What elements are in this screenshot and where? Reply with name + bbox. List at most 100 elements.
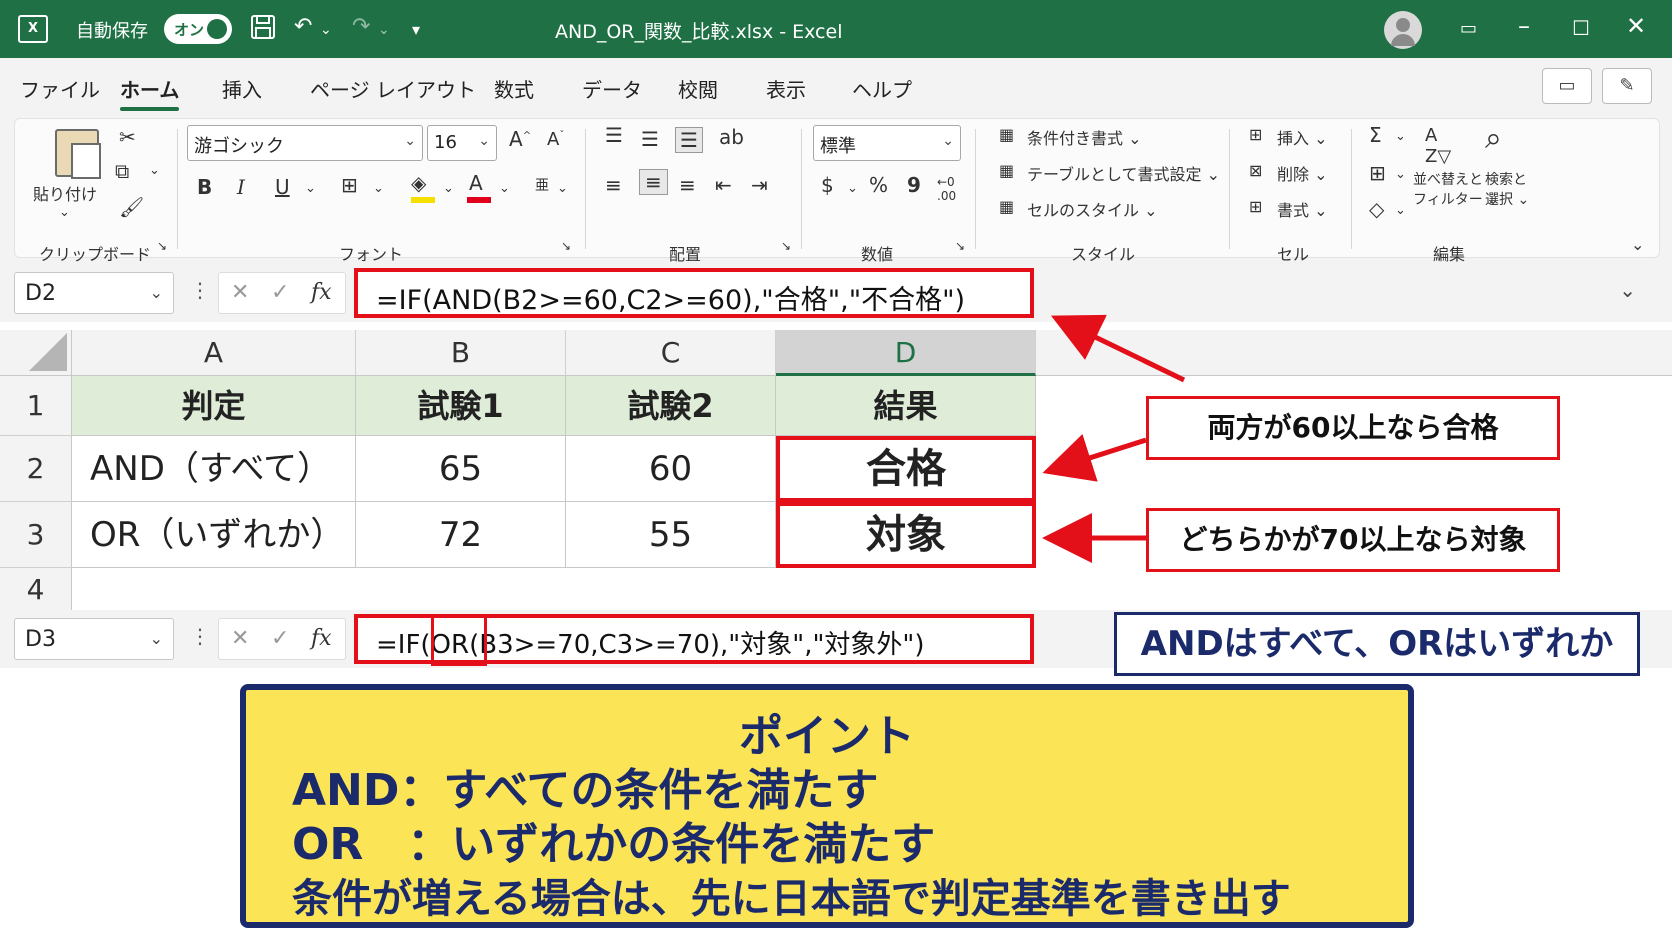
align-top-icon[interactable]: ☰: [605, 123, 623, 147]
format-painter-icon[interactable]: 🖌: [119, 195, 144, 219]
italic-button[interactable]: I: [237, 175, 245, 199]
expand-formula-icon[interactable]: ⌄: [1619, 278, 1636, 302]
font-launcher-icon[interactable]: ↘: [561, 239, 571, 253]
phonetic-icon[interactable]: 亜: [535, 175, 549, 195]
tab-help[interactable]: ヘルプ: [852, 74, 912, 103]
cell-d3[interactable]: 対象: [776, 502, 1036, 568]
minimize-icon[interactable]: –: [1518, 12, 1530, 40]
cell-b3[interactable]: 72: [356, 502, 566, 568]
cell-a1[interactable]: 判定: [72, 376, 356, 436]
column-header-c[interactable]: C: [566, 330, 776, 376]
select-all-corner[interactable]: [0, 330, 72, 376]
align-right-icon[interactable]: ≡: [679, 173, 696, 197]
paste-icon[interactable]: [55, 129, 101, 179]
find-label[interactable]: 検索と: [1485, 169, 1527, 189]
align-left-icon[interactable]: ≡: [605, 173, 622, 197]
cell-a3[interactable]: OR（いずれか）: [72, 502, 356, 568]
autosum-icon[interactable]: Σ: [1369, 123, 1382, 147]
font-color-dropdown-icon[interactable]: ⌄: [499, 181, 510, 196]
number-launcher-icon[interactable]: ↘: [955, 239, 965, 253]
search-icon[interactable]: ⌕: [1485, 121, 1502, 156]
name-box-2[interactable]: D3 ⌄: [14, 618, 174, 660]
paste-dropdown-icon[interactable]: ⌄: [59, 205, 70, 220]
font-color-icon[interactable]: A: [469, 171, 483, 195]
cell-a2[interactable]: AND（すべて）: [72, 436, 356, 502]
cancel-icon[interactable]: ✕: [231, 626, 249, 651]
fill-color-icon[interactable]: ◈: [411, 171, 426, 195]
increase-font-icon[interactable]: A^: [509, 127, 531, 151]
format-as-table-button[interactable]: テーブルとして書式設定 ⌄: [1027, 161, 1220, 185]
maximize-icon[interactable]: ☐: [1572, 16, 1590, 40]
user-avatar[interactable]: [1384, 11, 1422, 49]
tab-insert[interactable]: 挿入: [222, 74, 262, 103]
undo-dropdown-icon[interactable]: ⌄: [320, 22, 332, 38]
conditional-format-button[interactable]: 条件付き書式 ⌄: [1027, 125, 1142, 149]
decimal-icon[interactable]: ←0.00: [937, 175, 956, 203]
decrease-indent-icon[interactable]: ⇤: [715, 173, 732, 197]
number-format-combo[interactable]: 標準 ⌄: [813, 125, 961, 161]
row-header-3[interactable]: 3: [0, 502, 72, 568]
collapse-ribbon-icon[interactable]: ⌄: [1631, 235, 1644, 254]
autosum-dropdown-icon[interactable]: ⌄: [1395, 129, 1406, 144]
insert-function-icon[interactable]: fx: [311, 280, 332, 305]
row-header-4[interactable]: 4: [0, 568, 72, 612]
underline-button[interactable]: U: [275, 175, 290, 199]
cell-c3[interactable]: 55: [566, 502, 776, 568]
alignment-launcher-icon[interactable]: ↘: [781, 239, 791, 253]
delete-cells-button[interactable]: 削除 ⌄: [1277, 161, 1328, 185]
tab-formulas[interactable]: 数式: [494, 74, 534, 103]
select-label[interactable]: 選択 ⌄: [1485, 189, 1529, 209]
enter-icon[interactable]: ✓: [271, 280, 289, 305]
tab-review[interactable]: 校閲: [678, 74, 718, 103]
cell-c1[interactable]: 試験2: [566, 376, 776, 436]
align-bottom-icon[interactable]: ☰: [675, 127, 703, 153]
close-icon[interactable]: ✕: [1626, 12, 1646, 40]
phonetic-dropdown-icon[interactable]: ⌄: [557, 181, 568, 196]
cell-c2[interactable]: 60: [566, 436, 776, 502]
undo-icon[interactable]: ↶: [294, 14, 312, 39]
cell-b1[interactable]: 試験1: [356, 376, 566, 436]
name-box[interactable]: D2 ⌄: [14, 272, 174, 314]
font-name-combo[interactable]: 游ゴシック ⌄: [187, 125, 423, 161]
increase-indent-icon[interactable]: ⇥: [751, 173, 768, 197]
clear-dropdown-icon[interactable]: ⌄: [1395, 203, 1406, 218]
fill-color-dropdown-icon[interactable]: ⌄: [443, 181, 454, 196]
font-size-combo[interactable]: 16 ⌄: [427, 125, 497, 161]
cancel-icon[interactable]: ✕: [231, 280, 249, 305]
cell-d2[interactable]: 合格: [776, 436, 1036, 502]
fill-icon[interactable]: ⊞: [1369, 161, 1386, 185]
cell-d1[interactable]: 結果: [776, 376, 1036, 436]
format-cells-button[interactable]: 書式 ⌄: [1277, 197, 1328, 221]
paste-label[interactable]: 貼り付け: [33, 181, 97, 205]
copy-dropdown-icon[interactable]: ⌄: [149, 163, 160, 178]
tab-page-layout[interactable]: ページ レイアウト: [310, 74, 476, 103]
underline-dropdown-icon[interactable]: ⌄: [305, 181, 316, 196]
comments-icon[interactable]: ▭: [1542, 68, 1592, 104]
cell-b2[interactable]: 65: [356, 436, 566, 502]
clear-icon[interactable]: ◇: [1369, 197, 1384, 221]
sort-filter-label[interactable]: 並べ替えと: [1413, 169, 1483, 189]
column-header-a[interactable]: A: [72, 330, 356, 376]
tab-data[interactable]: データ: [582, 74, 642, 103]
tab-view[interactable]: 表示: [766, 74, 806, 103]
comma-button[interactable]: 9: [907, 173, 921, 197]
redo-dropdown-icon[interactable]: ⌄: [378, 22, 390, 38]
column-header-d[interactable]: D: [776, 330, 1036, 376]
insert-function-icon[interactable]: fx: [311, 626, 332, 651]
fill-dropdown-icon[interactable]: ⌄: [1395, 167, 1406, 182]
tab-home[interactable]: ホーム: [120, 74, 180, 111]
currency-dropdown-icon[interactable]: ⌄: [847, 181, 858, 196]
borders-icon[interactable]: ⊞: [341, 173, 358, 197]
clipboard-launcher-icon[interactable]: ↘: [157, 239, 167, 253]
sort-filter-icon[interactable]: A Z▽: [1425, 125, 1451, 167]
row-header-1[interactable]: 1: [0, 376, 72, 436]
ribbon-display-icon[interactable]: ▭: [1460, 18, 1477, 39]
tab-file[interactable]: ファイル: [20, 74, 100, 103]
orientation-icon[interactable]: ab: [719, 125, 744, 149]
currency-button[interactable]: $: [821, 173, 834, 197]
align-center-icon[interactable]: ≡: [639, 169, 668, 195]
autosave-toggle[interactable]: オン: [164, 14, 232, 44]
cell-styles-button[interactable]: セルのスタイル ⌄: [1027, 197, 1158, 221]
percent-button[interactable]: %: [869, 173, 888, 197]
bold-button[interactable]: B: [197, 175, 212, 199]
